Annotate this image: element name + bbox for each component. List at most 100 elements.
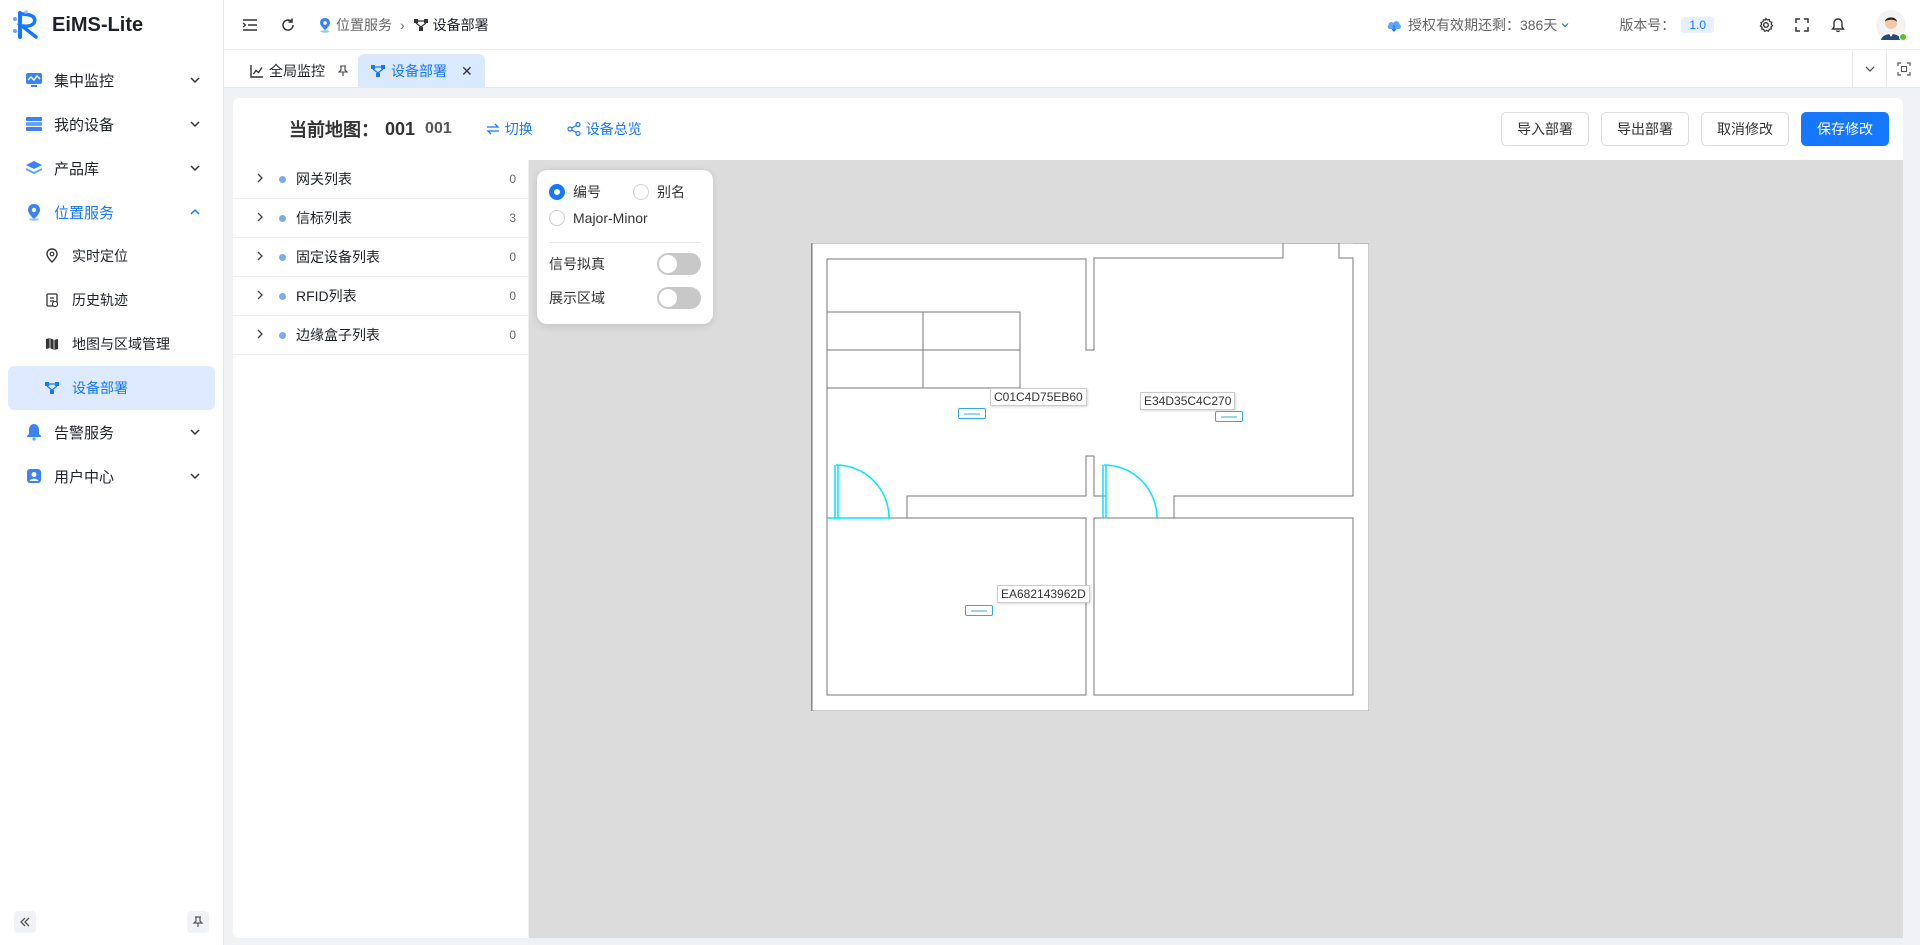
sidebar-item-label: 我的设备 — [54, 116, 115, 134]
menu-toggle-button[interactable] — [238, 13, 262, 37]
version-label: 版本号： — [1619, 17, 1676, 33]
beacon-marker[interactable] — [965, 605, 993, 616]
line-chart-icon — [250, 65, 263, 78]
share-icon — [567, 122, 581, 136]
tab-bar: 全局监控 设备部署 ✕ — [224, 50, 1920, 88]
breadcrumb-current: 设备部署 — [413, 15, 489, 35]
sidebar-item-label: 告警服务 — [54, 424, 115, 442]
chevron-down-icon — [190, 165, 200, 172]
tree-row-rfid[interactable]: RFID列表 0 — [233, 277, 528, 316]
show-area-toggle[interactable] — [657, 287, 701, 309]
chevron-right-icon[interactable] — [255, 288, 267, 304]
tab-device-deploy[interactable]: 设备部署 ✕ — [358, 54, 485, 88]
tab-list-dropdown[interactable] — [1852, 50, 1886, 88]
tab-global-monitor[interactable]: 全局监控 — [238, 54, 366, 88]
close-icon[interactable]: ✕ — [461, 63, 473, 80]
bullet-dot — [279, 175, 286, 183]
sidebar-item-realtime[interactable]: 实时定位 — [8, 234, 215, 278]
tree-row-label: 边缘盒子列表 — [296, 327, 380, 343]
sidebar-item-history[interactable]: 历史轨迹 — [8, 278, 215, 322]
double-chevron-left-icon — [20, 917, 30, 927]
settings-button[interactable] — [1754, 13, 1778, 37]
chevron-right-icon[interactable] — [255, 327, 267, 343]
device-tree: 网关列表 0 信标列表 3 固定设备列表 0 RFID列表 0 边缘盒子列表 0 — [233, 160, 529, 938]
notification-button[interactable] — [1826, 13, 1850, 37]
breadcrumb-item[interactable]: 位置服务 — [318, 15, 392, 35]
radio-number-indicator[interactable] — [549, 184, 565, 200]
license-text: 授权有效期还剩：386天 — [1407, 17, 1558, 33]
tree-row-edge-box[interactable]: 边缘盒子列表 0 — [233, 316, 528, 355]
tree-row-count: 0 — [509, 250, 516, 264]
beacon-marker[interactable] — [1215, 411, 1243, 422]
show-area-label: 展示区域 — [549, 290, 605, 306]
fullscreen-button[interactable] — [1790, 13, 1814, 37]
sidebar-item-label: 产品库 — [54, 160, 100, 178]
device-label[interactable]: C01C4D75EB60 — [990, 388, 1087, 406]
sidebar-item-location[interactable]: 位置服务 — [8, 190, 215, 234]
signal-sim-toggle[interactable] — [657, 253, 701, 275]
cancel-changes-button[interactable]: 取消修改 — [1701, 112, 1789, 146]
avatar[interactable] — [1876, 10, 1907, 41]
license-dropdown[interactable]: 授权有效期还剩：386天 — [1386, 15, 1577, 35]
device-label[interactable]: EA682143962D — [997, 585, 1090, 603]
tab-label: 设备部署 — [391, 63, 447, 79]
refresh-button[interactable] — [276, 13, 300, 37]
user-icon — [24, 466, 44, 486]
topology-icon — [42, 378, 62, 398]
collapse-sidebar-button[interactable] — [14, 911, 36, 933]
chevron-right-icon[interactable] — [255, 171, 267, 187]
tree-row-beacon[interactable]: 信标列表 3 — [233, 199, 528, 238]
sidebar-item-alarm[interactable]: 告警服务 — [8, 410, 215, 454]
tab-label: 全局监控 — [269, 63, 325, 79]
beacon-marker[interactable] — [958, 408, 986, 419]
tree-row-gateway[interactable]: 网关列表 0 — [233, 160, 528, 199]
brand: EiMS-Lite — [0, 0, 223, 50]
main-panel: 当前地图： 001 001 切换 设备总览 导入部署 导出部署 取消修改 保存修… — [233, 98, 1903, 938]
tree-row-fixed-device[interactable]: 固定设备列表 0 — [233, 238, 528, 277]
radio-major-minor-indicator[interactable] — [549, 210, 565, 226]
sidebar-item-deploy[interactable]: 设备部署 — [8, 366, 215, 410]
device-label[interactable]: E34D35C4C270 — [1140, 392, 1236, 410]
side-menu: 集中监控 我的设备 产品库 位置服务 实时定位 历史轨迹 地图与区域管理 设备部… — [0, 58, 223, 498]
sidebar-item-label: 实时定位 — [72, 248, 128, 264]
sidebar-item-products[interactable]: 产品库 — [8, 146, 215, 190]
radio-number[interactable]: 编号 — [549, 182, 601, 202]
chevron-down-icon — [190, 77, 200, 84]
swap-icon — [486, 123, 500, 135]
sidebar-item-user[interactable]: 用户中心 — [8, 454, 215, 498]
tree-row-count: 0 — [509, 289, 516, 303]
import-deploy-button[interactable]: 导入部署 — [1501, 112, 1589, 146]
device-overview-button[interactable]: 设备总览 — [567, 119, 642, 139]
sidebar-item-monitor[interactable]: 集中监控 — [8, 58, 215, 102]
save-changes-button[interactable]: 保存修改 — [1801, 112, 1889, 146]
version-info: 版本号： 1.0 — [1619, 15, 1714, 35]
tree-row-count: 0 — [509, 172, 516, 186]
chevron-down-icon — [190, 121, 200, 128]
content-fullscreen-button[interactable] — [1886, 50, 1920, 88]
bullet-dot — [279, 214, 286, 222]
chevron-right-icon[interactable] — [255, 210, 267, 226]
map-canvas[interactable]: 编号 别名 Major-Minor 信号拟真 展示区域 C01C4D75EB60… — [529, 160, 1903, 938]
radio-alias[interactable]: 别名 — [633, 182, 685, 202]
history-icon — [42, 290, 62, 310]
map-icon — [42, 334, 62, 354]
refresh-icon — [282, 18, 294, 31]
server-icon — [24, 114, 44, 134]
sidebar-item-map-area[interactable]: 地图与区域管理 — [8, 322, 215, 366]
chevron-down-icon — [1561, 23, 1569, 28]
chevron-right-icon[interactable] — [255, 249, 267, 265]
pin-sidebar-button[interactable] — [187, 911, 209, 933]
chevron-right-icon: › — [400, 16, 405, 33]
location-outline-icon — [42, 246, 62, 266]
radio-number-label: 编号 — [573, 184, 601, 200]
radio-alias-indicator[interactable] — [633, 184, 649, 200]
radio-major-minor[interactable]: Major-Minor — [549, 210, 648, 226]
pin-icon[interactable] — [337, 65, 349, 77]
tree-row-count: 3 — [509, 211, 516, 225]
switch-map-button[interactable]: 切换 — [486, 119, 533, 139]
version-badge: 1.0 — [1681, 17, 1714, 33]
export-deploy-button[interactable]: 导出部署 — [1601, 112, 1689, 146]
sidebar-item-label: 集中监控 — [54, 72, 115, 90]
sidebar-item-devices[interactable]: 我的设备 — [8, 102, 215, 146]
map-title: 当前地图： — [289, 120, 379, 140]
